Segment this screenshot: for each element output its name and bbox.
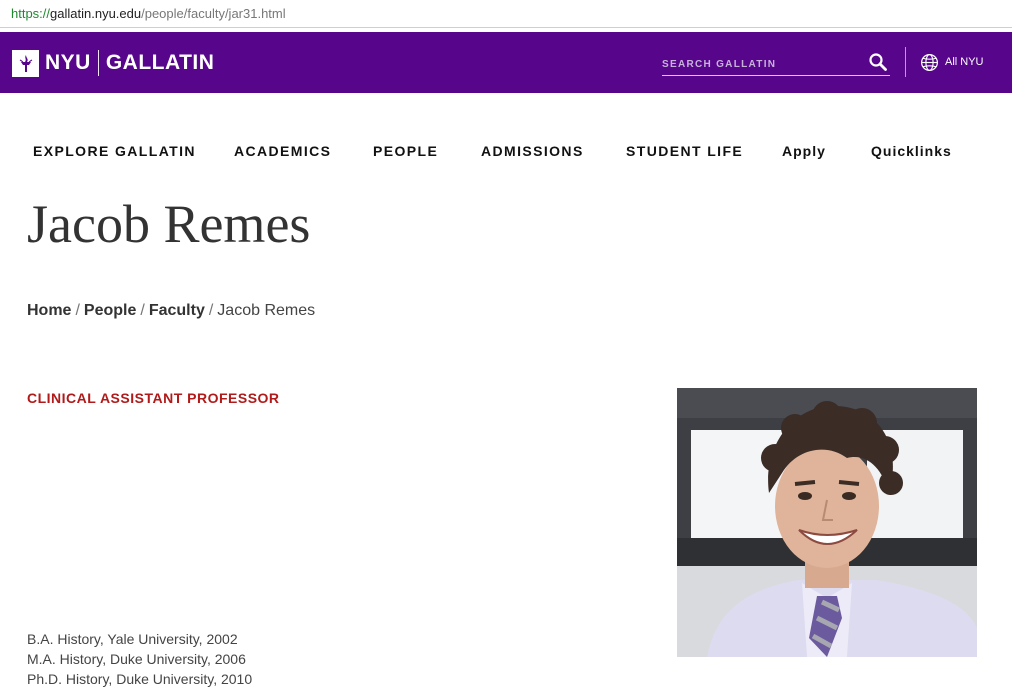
breadcrumb-separator: / <box>75 302 80 319</box>
breadcrumb-separator: / <box>140 302 145 319</box>
all-nyu-label: All NYU <box>945 56 984 68</box>
search-box <box>662 51 890 76</box>
nyu-torch-icon <box>12 49 39 77</box>
url-scheme: https:// <box>11 6 51 21</box>
education-item: B.A. History, Yale University, 2002 <box>27 631 238 647</box>
nav-explore-gallatin[interactable]: EXPLORE GALLATIN <box>33 143 196 159</box>
logo-gallatin-text: GALLATIN <box>105 51 215 74</box>
url-host: gallatin.nyu.edu <box>50 6 142 21</box>
main-navigation: EXPLORE GALLATIN ACADEMICS PEOPLE ADMISS… <box>0 143 1012 163</box>
logo-nyu-text: NYU <box>45 51 91 74</box>
globe-icon <box>920 53 939 71</box>
nyu-gallatin-logo[interactable]: NYU GALLATIN <box>12 49 215 77</box>
nav-academics[interactable]: ACADEMICS <box>234 143 331 159</box>
nav-apply[interactable]: Apply <box>782 143 826 159</box>
browser-address-bar[interactable]: https://gallatin.nyu.edu/people/faculty/… <box>0 0 1012 28</box>
breadcrumb-home[interactable]: Home <box>27 302 71 319</box>
breadcrumb-current: Jacob Remes <box>217 302 316 319</box>
breadcrumb-faculty[interactable]: Faculty <box>149 302 205 319</box>
all-nyu-link[interactable]: All NYU <box>920 52 984 72</box>
profile-photo <box>677 388 977 657</box>
nav-admissions[interactable]: ADMISSIONS <box>481 143 584 159</box>
search-input[interactable] <box>662 54 857 74</box>
breadcrumb-people[interactable]: People <box>84 302 136 319</box>
site-header: NYU GALLATIN All NYU <box>0 32 1012 93</box>
page-title: Jacob Remes <box>27 194 311 254</box>
breadcrumb-separator: / <box>208 302 214 319</box>
header-divider <box>905 47 906 77</box>
breadcrumb: Home / People / Faculty / Jacob Remes <box>27 302 315 320</box>
education-item: Ph.D. History, Duke University, 2010 <box>27 671 253 687</box>
faculty-role: CLINICAL ASSISTANT PROFESSOR <box>27 390 280 406</box>
logo-divider <box>97 50 99 76</box>
education-item: M.A. History, Duke University, 2006 <box>27 651 246 667</box>
nav-people[interactable]: PEOPLE <box>373 143 438 159</box>
education-list: B.A. History, Yale University, 2002 M.A.… <box>27 629 252 689</box>
nav-student-life[interactable]: STUDENT LIFE <box>626 143 743 159</box>
nav-quicklinks[interactable]: Quicklinks <box>871 143 952 159</box>
search-icon[interactable] <box>868 52 888 72</box>
url-path: /people/faculty/jar31.html <box>141 6 286 21</box>
